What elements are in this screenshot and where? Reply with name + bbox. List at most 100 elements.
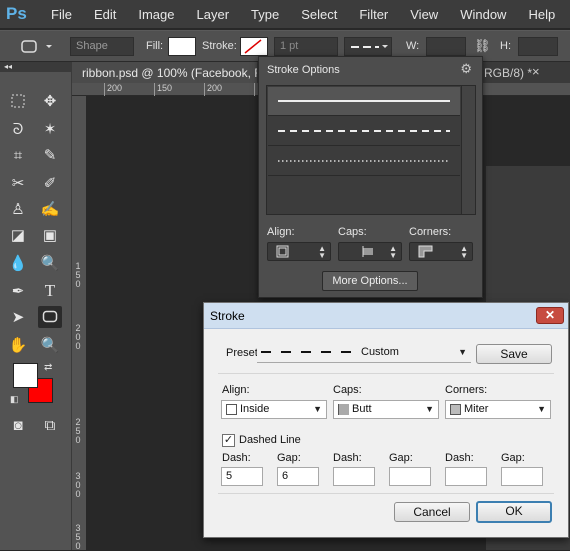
cancel-button[interactable]: Cancel [394, 502, 470, 522]
pen-tool-icon[interactable]: ✒ [6, 280, 30, 302]
screen-mode-icon[interactable]: ⧉ [38, 414, 62, 436]
menu-select[interactable]: Select [290, 7, 348, 22]
ok-button[interactable]: OK [476, 501, 552, 523]
eraser-tool-icon[interactable]: ◪ [6, 224, 30, 246]
menu-help[interactable]: Help [517, 7, 566, 22]
dashed-line-checkbox[interactable]: ✓ [222, 434, 235, 447]
brush-tool-icon[interactable]: ✐ [38, 172, 62, 194]
tools-panel: ◂◂ ✥ ᘐ ✶ ⌗ ✎ ✂ ✐ ♙ ✍ ◪ ▣ 💧 🔍 ✒ T ➤ ✋ 🔍 ⇄… [0, 62, 72, 550]
dash-input-1[interactable]: 5 [221, 467, 263, 486]
stroke-style-dotted[interactable] [268, 147, 460, 176]
stroke-style-solid[interactable] [268, 87, 460, 116]
document-tab[interactable]: ribbon.psd @ 100% (Facebook, RG [72, 62, 257, 83]
stroke-type-dropdown[interactable] [344, 37, 392, 56]
menu-file[interactable]: File [40, 7, 83, 22]
stroke-style-scrollbar[interactable] [461, 86, 475, 214]
corners-label: Corners: [445, 384, 488, 396]
caps-select[interactable]: Butt ▼ [333, 400, 439, 419]
popup-corners-label: Corners: [409, 226, 452, 238]
clone-stamp-tool-icon[interactable]: ♙ [6, 198, 30, 220]
caps-value: Butt [352, 403, 372, 415]
width-field[interactable] [426, 37, 466, 56]
more-options-button[interactable]: More Options... [322, 271, 418, 291]
gap-label-1: Gap: [277, 452, 301, 464]
stroke-style-dashed[interactable] [268, 117, 460, 146]
stroke-width-field[interactable]: 1 pt [274, 37, 338, 56]
rectangle-tool-icon[interactable] [38, 306, 62, 328]
zoom-tool-icon[interactable]: 🔍 [38, 334, 62, 356]
dash-input-3[interactable] [445, 467, 487, 486]
menu-type[interactable]: Type [240, 7, 290, 22]
dash-label-3: Dash: [445, 452, 474, 464]
corners-select[interactable]: Miter ▼ [445, 400, 551, 419]
menu-image[interactable]: Image [127, 7, 185, 22]
fill-swatch[interactable] [168, 37, 196, 56]
document-tab-right-title[interactable]: RGB/8) * [484, 66, 532, 80]
lasso-tool-icon[interactable]: ᘐ [6, 118, 30, 140]
height-field[interactable] [518, 37, 558, 56]
collapse-panel-icon[interactable]: ◂◂ [0, 62, 72, 72]
ruler-tick [254, 83, 257, 96]
stroke-swatch[interactable] [240, 37, 268, 56]
ruler-tick: 150 [154, 83, 172, 96]
close-button[interactable]: ✕ [536, 307, 564, 324]
menu-filter[interactable]: Filter [348, 7, 399, 22]
hand-tool-icon[interactable]: ✋ [6, 334, 30, 356]
quick-mask-icon[interactable]: ◙ [6, 414, 30, 436]
save-button[interactable]: Save [476, 344, 552, 364]
stroke-label: Stroke: [202, 40, 237, 52]
align-select[interactable]: Inside ▼ [221, 400, 327, 419]
path-selection-tool-icon[interactable]: ➤ [6, 306, 30, 328]
gap-input-1[interactable]: 6 [277, 467, 319, 486]
healing-brush-tool-icon[interactable]: ✂ [6, 172, 30, 194]
tool-mode-value: Shape [76, 40, 108, 52]
menu-edit[interactable]: Edit [83, 7, 127, 22]
popup-caps-select[interactable]: ▲ ▼ [338, 242, 402, 261]
align-value: Inside [240, 403, 270, 415]
foreground-color-swatch[interactable] [13, 363, 38, 388]
chevron-down-icon: ▼ [425, 404, 434, 414]
chevron-updown-icon: ▲ ▼ [389, 244, 397, 260]
stroke-dialog-titlebar[interactable]: Stroke ✕ [204, 303, 568, 329]
type-tool-icon[interactable]: T [38, 280, 62, 302]
dash-input-2[interactable] [333, 467, 375, 486]
popup-align-select[interactable]: ▲ ▼ [267, 242, 331, 261]
tool-mode-select[interactable]: Shape [70, 37, 134, 56]
document-tab-close[interactable]: × [532, 64, 540, 79]
popup-corners-select[interactable]: ▲ ▼ [409, 242, 473, 261]
popup-caps-label: Caps: [338, 226, 367, 238]
tool-preset-picker[interactable] [18, 37, 58, 56]
dashed-preset-icon [261, 351, 359, 353]
gear-icon[interactable]: ⚙ [460, 61, 472, 77]
caps-butt-icon [338, 404, 349, 415]
move-tool-icon[interactable]: ✥ [38, 90, 62, 112]
ruler-tick: 0 [75, 341, 81, 351]
gap-label-2: Gap: [389, 452, 413, 464]
swap-colors-icon[interactable]: ⇄ [44, 362, 52, 373]
menu-window[interactable]: Window [449, 7, 517, 22]
default-colors-icon[interactable]: ◧ [10, 394, 19, 405]
menu-view[interactable]: View [399, 7, 449, 22]
magic-wand-tool-icon[interactable]: ✶ [38, 118, 62, 140]
stroke-dialog: Stroke ✕ Preset: Custom ▼ Save Align: Ca… [203, 302, 569, 538]
stroke-color-icon [244, 39, 262, 54]
eyedropper-tool-icon[interactable]: ✎ [38, 144, 62, 166]
crop-tool-icon[interactable]: ⌗ [6, 144, 30, 166]
dodge-tool-icon[interactable]: 🔍 [38, 252, 62, 274]
ruler-tick: 200 [104, 83, 122, 96]
gap-input-2[interactable] [389, 467, 431, 486]
menu-layer[interactable]: Layer [186, 7, 241, 22]
height-label: H: [500, 40, 511, 52]
ruler-tick: 200 [204, 83, 222, 96]
marquee-tool-icon[interactable] [6, 90, 30, 112]
history-brush-tool-icon[interactable]: ✍ [38, 198, 62, 220]
gap-input-3[interactable] [501, 467, 543, 486]
link-icon[interactable]: ⛓ [474, 38, 491, 54]
corners-value: Miter [464, 403, 489, 415]
photoshop-logo: Ps [6, 4, 27, 23]
caps-label: Caps: [333, 384, 362, 396]
blur-tool-icon[interactable]: 💧 [6, 252, 30, 274]
stroke-style-list [266, 85, 476, 215]
gradient-tool-icon[interactable]: ▣ [38, 224, 62, 246]
preset-select[interactable]: Custom ▼ [257, 344, 471, 363]
